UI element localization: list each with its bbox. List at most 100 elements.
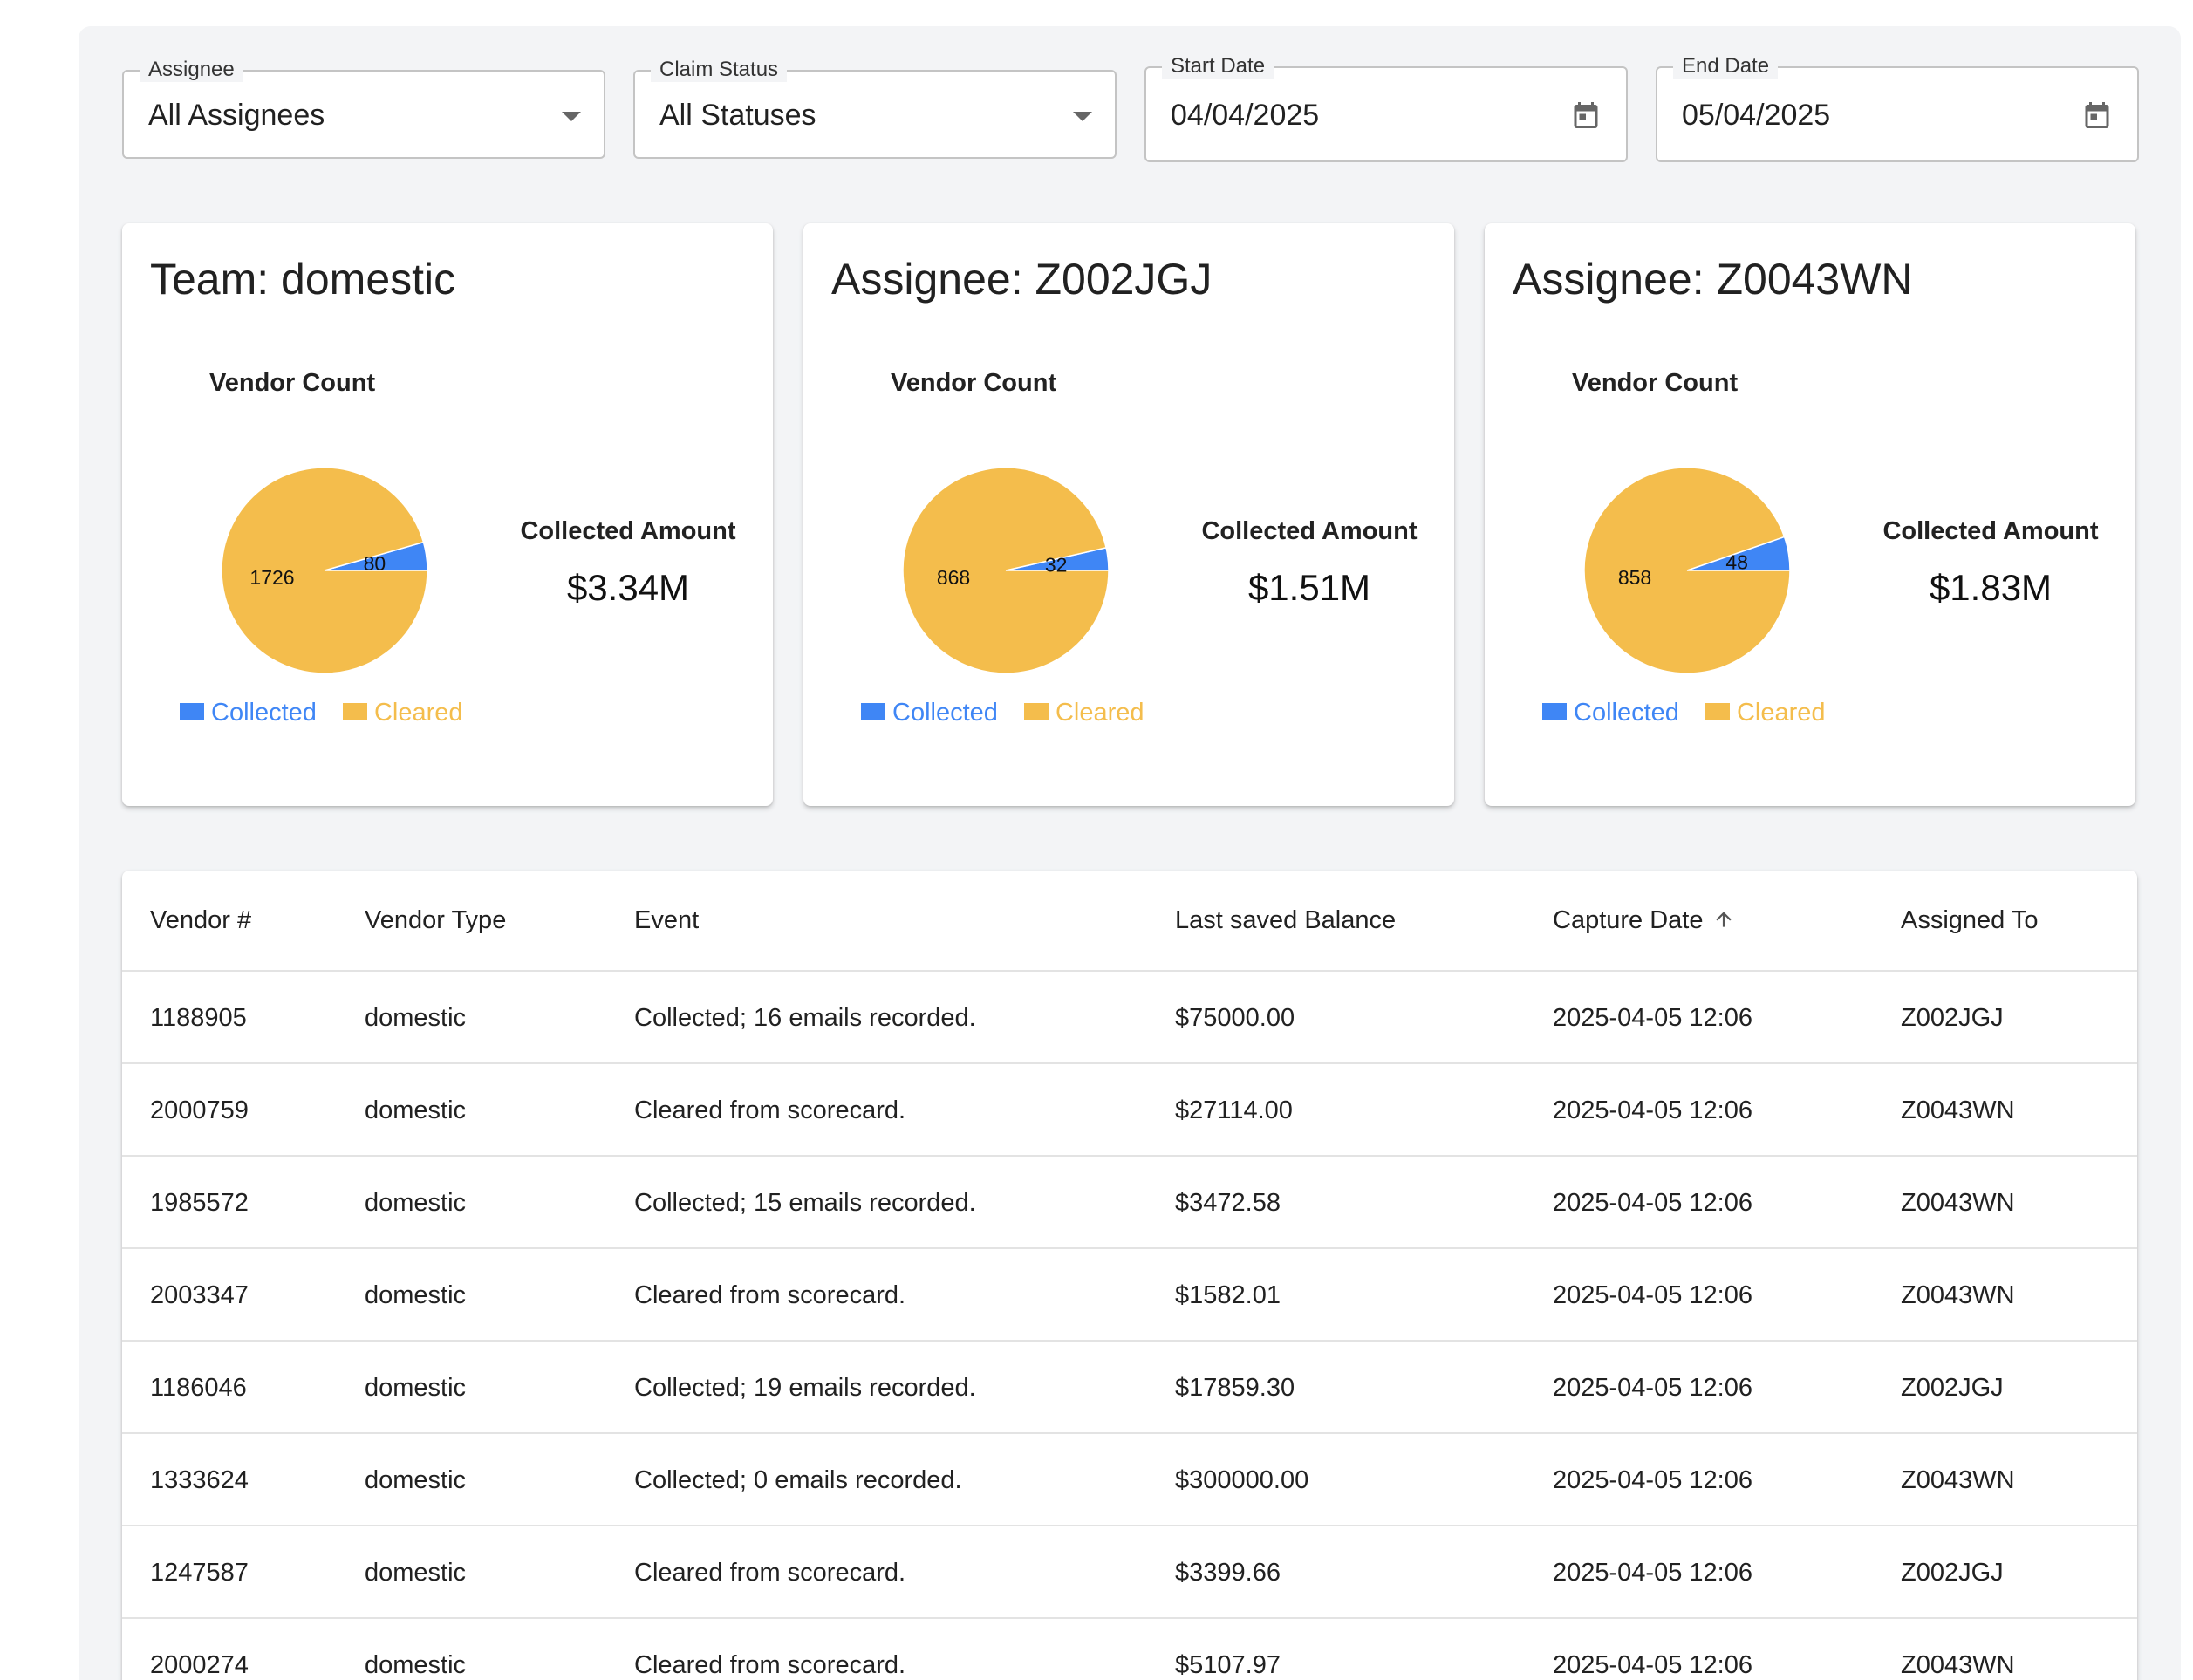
column-header[interactable]: Capture Date	[1553, 905, 1735, 935]
table-cell: 1188905	[150, 1004, 247, 1032]
table-cell: Z0043WN	[1901, 1096, 2015, 1124]
legend-swatch-cleared	[1023, 703, 1049, 721]
table-cell: domestic	[365, 1466, 467, 1494]
table-row[interactable]: 1188905 domestic Collected; 16 emails reco…	[122, 972, 2137, 1064]
legend-item-collected[interactable]: Collected	[861, 698, 998, 727]
collected-amount-value: $3.34M	[566, 567, 690, 608]
claim-status-select[interactable]: Claim Status All Statuses	[633, 58, 1117, 159]
calendar-icon[interactable]	[1570, 98, 1602, 133]
table-cell: 2025-04-05 12:06	[1553, 1651, 1752, 1679]
start-date-value: 04/04/2025	[1171, 99, 1320, 132]
pie-slice-cleared[interactable]	[1583, 467, 1791, 674]
collected-amount-value: $1.51M	[1247, 567, 1371, 608]
end-date-value: 05/04/2025	[1682, 99, 1831, 132]
column-header-label: Event	[634, 906, 700, 934]
table-cell: $75000.00	[1175, 1004, 1295, 1032]
calendar-icon[interactable]	[2081, 98, 2113, 133]
legend-item-cleared[interactable]: Cleared	[1023, 698, 1144, 727]
legend-item-cleared[interactable]: Cleared	[342, 698, 463, 727]
table-cell: Collected; 16 emails recorded.	[634, 1004, 976, 1032]
table-cell: $3399.66	[1175, 1559, 1281, 1587]
table-cell: Collected; 15 emails recorded.	[634, 1189, 976, 1217]
assignee-summary-card: Assignee: Z002JGJ Vendor Count 32 868 Col…	[803, 223, 1454, 806]
table-row[interactable]: 1186046 domestic Collected; 19 emails reco…	[122, 1342, 2137, 1434]
column-header[interactable]: Last saved Balance	[1175, 905, 1396, 935]
collected-amount-label: Collected Amount	[1882, 517, 2099, 545]
table-cell: 1333624	[150, 1466, 249, 1494]
legend-label-cleared: Cleared	[1055, 699, 1144, 727]
legend-item-collected[interactable]: Collected	[180, 698, 317, 727]
table-row[interactable]: 2000759 domestic Cleared from scorecard. $2…	[122, 1064, 2137, 1157]
start-date-field[interactable]: Start Date 04/04/2025	[1144, 54, 1628, 162]
table-cell: 1186046	[150, 1374, 247, 1402]
arrow-up-icon[interactable]	[1712, 908, 1735, 931]
pie-data-label: 80	[364, 552, 386, 575]
table-cell: 1985572	[150, 1189, 249, 1217]
table-row[interactable]: 1247587 domestic Cleared from scorecard. $3…	[122, 1526, 2137, 1619]
table-cell: Z0043WN	[1901, 1281, 2015, 1309]
column-header-label: Capture Date	[1553, 906, 1704, 934]
table-cell: domestic	[365, 1096, 467, 1124]
column-header-label: Vendor Type	[365, 906, 507, 934]
column-header[interactable]: Vendor Type	[365, 905, 506, 935]
legend-label-cleared: Cleared	[373, 699, 463, 727]
column-header[interactable]: Assigned To	[1901, 905, 2038, 935]
legend-label-cleared: Cleared	[1736, 699, 1826, 727]
table-cell: Z002JGJ	[1901, 1559, 2004, 1587]
pie-data-label: 32	[1045, 554, 1068, 577]
table-cell: Cleared from scorecard.	[634, 1096, 906, 1124]
table-cell: Z0043WN	[1901, 1189, 2015, 1217]
table-cell: Z002JGJ	[1901, 1004, 2004, 1032]
table-cell: 1247587	[150, 1559, 249, 1587]
table-row[interactable]: 1333624 domestic Collected; 0 emails recor…	[122, 1434, 2137, 1526]
table-cell: $5107.97	[1175, 1651, 1281, 1679]
pie-legend: Collected Cleared	[861, 698, 1164, 727]
table-row[interactable]: 1985572 domestic Collected; 15 emails reco…	[122, 1157, 2137, 1249]
column-header-label: Last saved Balance	[1175, 906, 1397, 934]
legend-label-collected: Collected	[211, 699, 317, 727]
legend-item-cleared[interactable]: Cleared	[1705, 698, 1826, 727]
table-cell: 2000274	[150, 1651, 249, 1679]
legend-label-collected: Collected	[1574, 699, 1679, 727]
end-date-field[interactable]: End Date 05/04/2025	[1656, 54, 2139, 162]
collected-amount-label: Collected Amount	[520, 517, 736, 545]
table-cell: Cleared from scorecard.	[634, 1559, 906, 1587]
table-cell: domestic	[365, 1004, 467, 1032]
legend-item-collected[interactable]: Collected	[1542, 698, 1679, 727]
table-cell: domestic	[365, 1281, 467, 1309]
pie-legend: Collected Cleared	[1542, 698, 1845, 727]
table-cell: Z0043WN	[1901, 1466, 2015, 1494]
legend-swatch-cleared	[342, 703, 367, 721]
table-row[interactable]: 2000274 domestic Cleared from scorecard. $5…	[122, 1619, 2137, 1680]
table-cell: 2003347	[150, 1281, 249, 1309]
claim-status-select-value: All Statuses	[659, 99, 816, 132]
table-cell: 2000759	[150, 1096, 249, 1124]
pie-data-label: 858	[1618, 566, 1651, 589]
collected-amount-label: Collected Amount	[1201, 517, 1418, 545]
table-cell: Cleared from scorecard.	[634, 1651, 906, 1679]
legend-swatch-collected	[180, 703, 204, 721]
table-cell: $300000.00	[1175, 1466, 1309, 1494]
table-cell: Collected; 0 emails recorded.	[634, 1466, 962, 1494]
table-cell: Collected; 19 emails recorded.	[634, 1374, 976, 1402]
table-cell: Z0043WN	[1901, 1651, 2015, 1679]
table-cell: Z002JGJ	[1901, 1374, 2004, 1402]
column-header-label: Vendor #	[150, 906, 252, 934]
table-cell: $17859.30	[1175, 1374, 1295, 1402]
table-cell: 2025-04-05 12:06	[1553, 1374, 1752, 1402]
assignee-select[interactable]: Assignee All Assignees	[122, 58, 605, 159]
table-row[interactable]: 2003347 domestic Cleared from scorecard. $1…	[122, 1249, 2137, 1342]
column-header[interactable]: Vendor #	[150, 905, 251, 935]
column-header[interactable]: Event	[634, 905, 699, 935]
table-cell: 2025-04-05 12:06	[1553, 1189, 1752, 1217]
column-header-label: Assigned To	[1901, 906, 2039, 934]
pie-legend: Collected Cleared	[180, 698, 482, 727]
vendor-table: Vendor # Vendor Type Event Last saved Balan…	[122, 871, 2137, 1680]
dashboard-page: Assignee All Assignees Claim Status All …	[79, 26, 2181, 1680]
legend-swatch-collected	[1542, 703, 1567, 721]
pie-slice-cleared[interactable]	[902, 467, 1110, 674]
pie-data-label: 48	[1725, 550, 1748, 573]
table-cell: 2025-04-05 12:06	[1553, 1096, 1752, 1124]
table-cell: domestic	[365, 1651, 467, 1679]
assignee-select-value: All Assignees	[148, 99, 325, 132]
